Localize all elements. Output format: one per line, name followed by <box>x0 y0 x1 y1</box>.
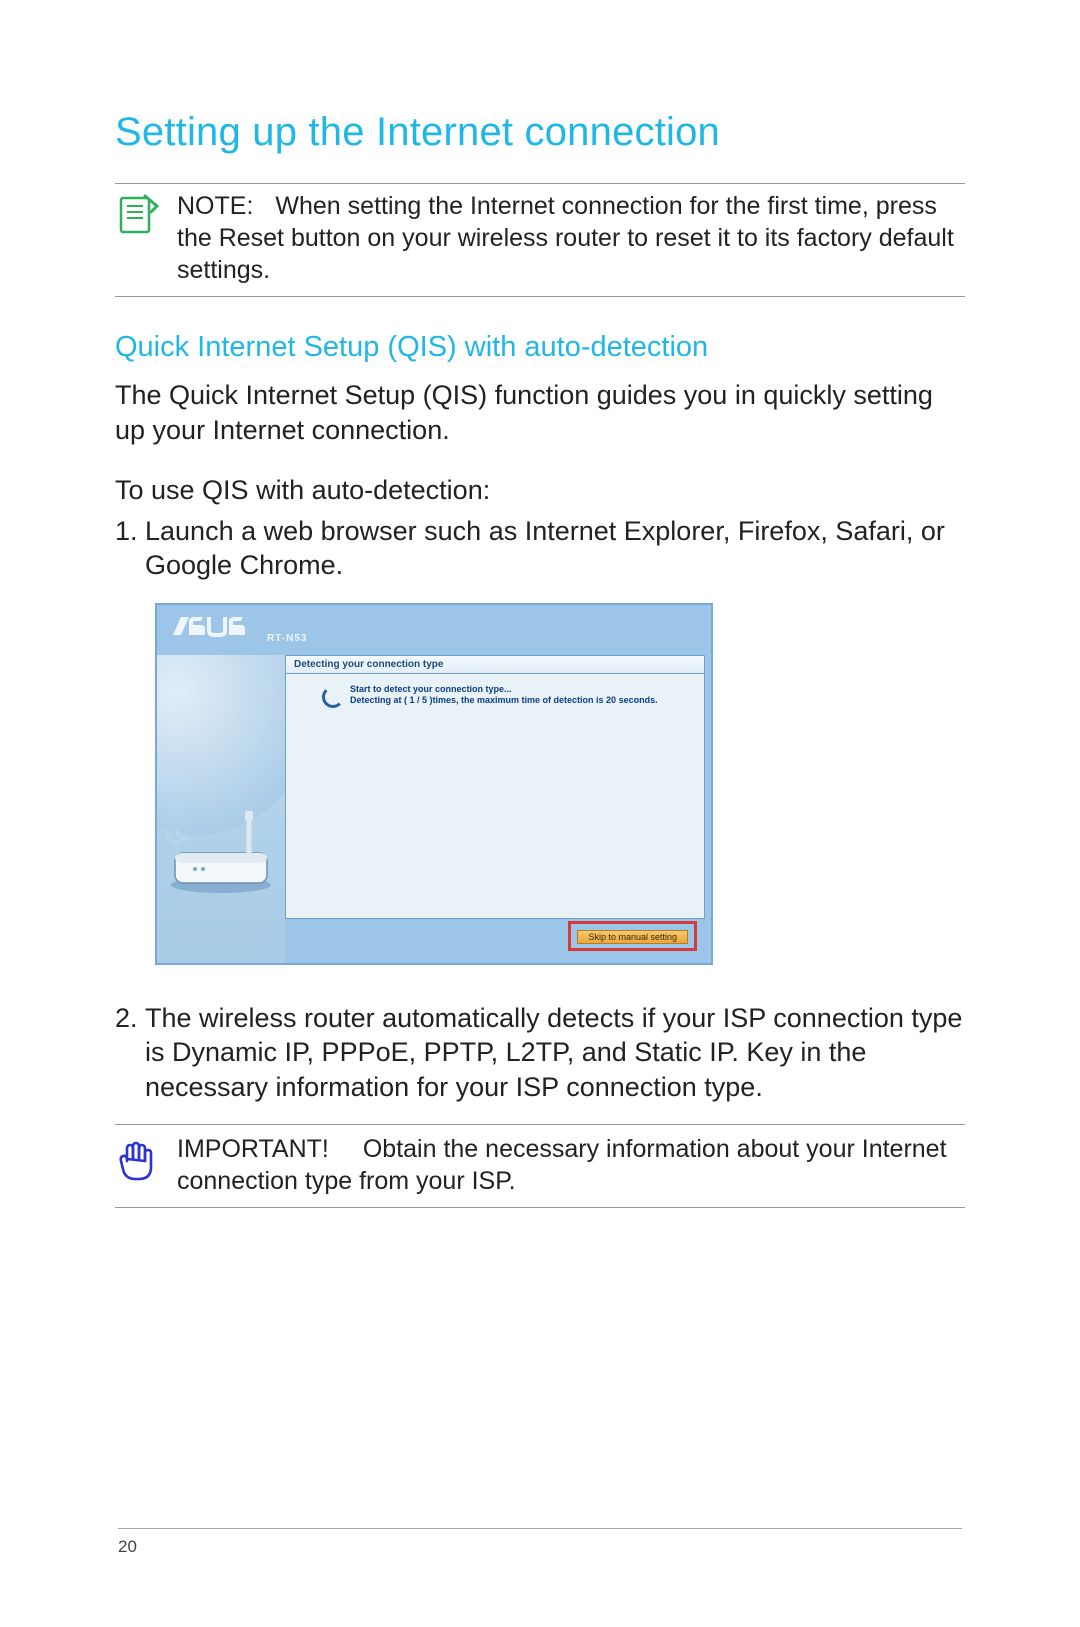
note-label: NOTE: <box>177 192 253 220</box>
detection-status: Start to detect your connection type... … <box>286 674 704 708</box>
router-graphic <box>161 803 281 908</box>
screenshot-main-panel: Detecting your connection type Start to … <box>285 655 705 919</box>
screenshot-body: Detecting your connection type Start to … <box>157 655 711 963</box>
qis-screenshot: RT-N53 <box>155 603 713 965</box>
subsection-title: Quick Internet Setup (QIS) with auto-det… <box>115 331 965 364</box>
hand-icon <box>115 1133 177 1185</box>
detection-text: Start to detect your connection type... … <box>350 684 658 706</box>
router-model: RT-N53 <box>267 633 307 644</box>
screenshot-header: RT-N53 <box>157 605 711 655</box>
note-callout: NOTE:When setting the Internet connectio… <box>115 183 965 297</box>
page-footer: 20 <box>118 1528 962 1557</box>
skip-highlight-box: Skip to manual setting <box>568 921 697 951</box>
asus-logo: RT-N53 <box>171 611 307 644</box>
section-title: Setting up the Internet connection <box>115 110 965 155</box>
step-1: 1. Launch a web browser such as Internet… <box>115 514 965 583</box>
panel-title: Detecting your connection type <box>286 656 704 674</box>
screenshot-footer: Skip to manual setting <box>285 925 705 955</box>
step-2: 2. The wireless router automatically det… <box>115 1001 965 1105</box>
step-text: The wireless router automatically detect… <box>145 1001 965 1105</box>
step-text: Launch a web browser such as Internet Ex… <box>145 514 965 583</box>
step-number: 1. <box>115 514 145 583</box>
important-callout: IMPORTANT!Obtain the necessary informati… <box>115 1124 965 1208</box>
detect-line-1: Start to detect your connection type... <box>350 684 658 695</box>
skip-to-manual-button[interactable]: Skip to manual setting <box>577 930 688 944</box>
note-text: NOTE:When setting the Internet connectio… <box>177 190 965 286</box>
intro-paragraph: The Quick Internet Setup (QIS) function … <box>115 378 965 447</box>
page-number: 20 <box>118 1537 137 1556</box>
important-label: IMPORTANT! <box>177 1135 329 1163</box>
important-text: IMPORTANT!Obtain the necessary informati… <box>177 1133 965 1197</box>
detect-line-2: Detecting at ( 1 / 5 )times, the maximum… <box>350 695 658 706</box>
step-number: 2. <box>115 1001 145 1105</box>
manual-page: Setting up the Internet connection NOTE:… <box>0 0 1080 1627</box>
screenshot-sidebar <box>157 655 285 963</box>
spinner-icon <box>322 686 344 708</box>
note-body: When setting the Internet connection for… <box>177 192 954 284</box>
lead-line: To use QIS with auto-detection: <box>115 473 965 508</box>
note-icon <box>115 190 177 236</box>
